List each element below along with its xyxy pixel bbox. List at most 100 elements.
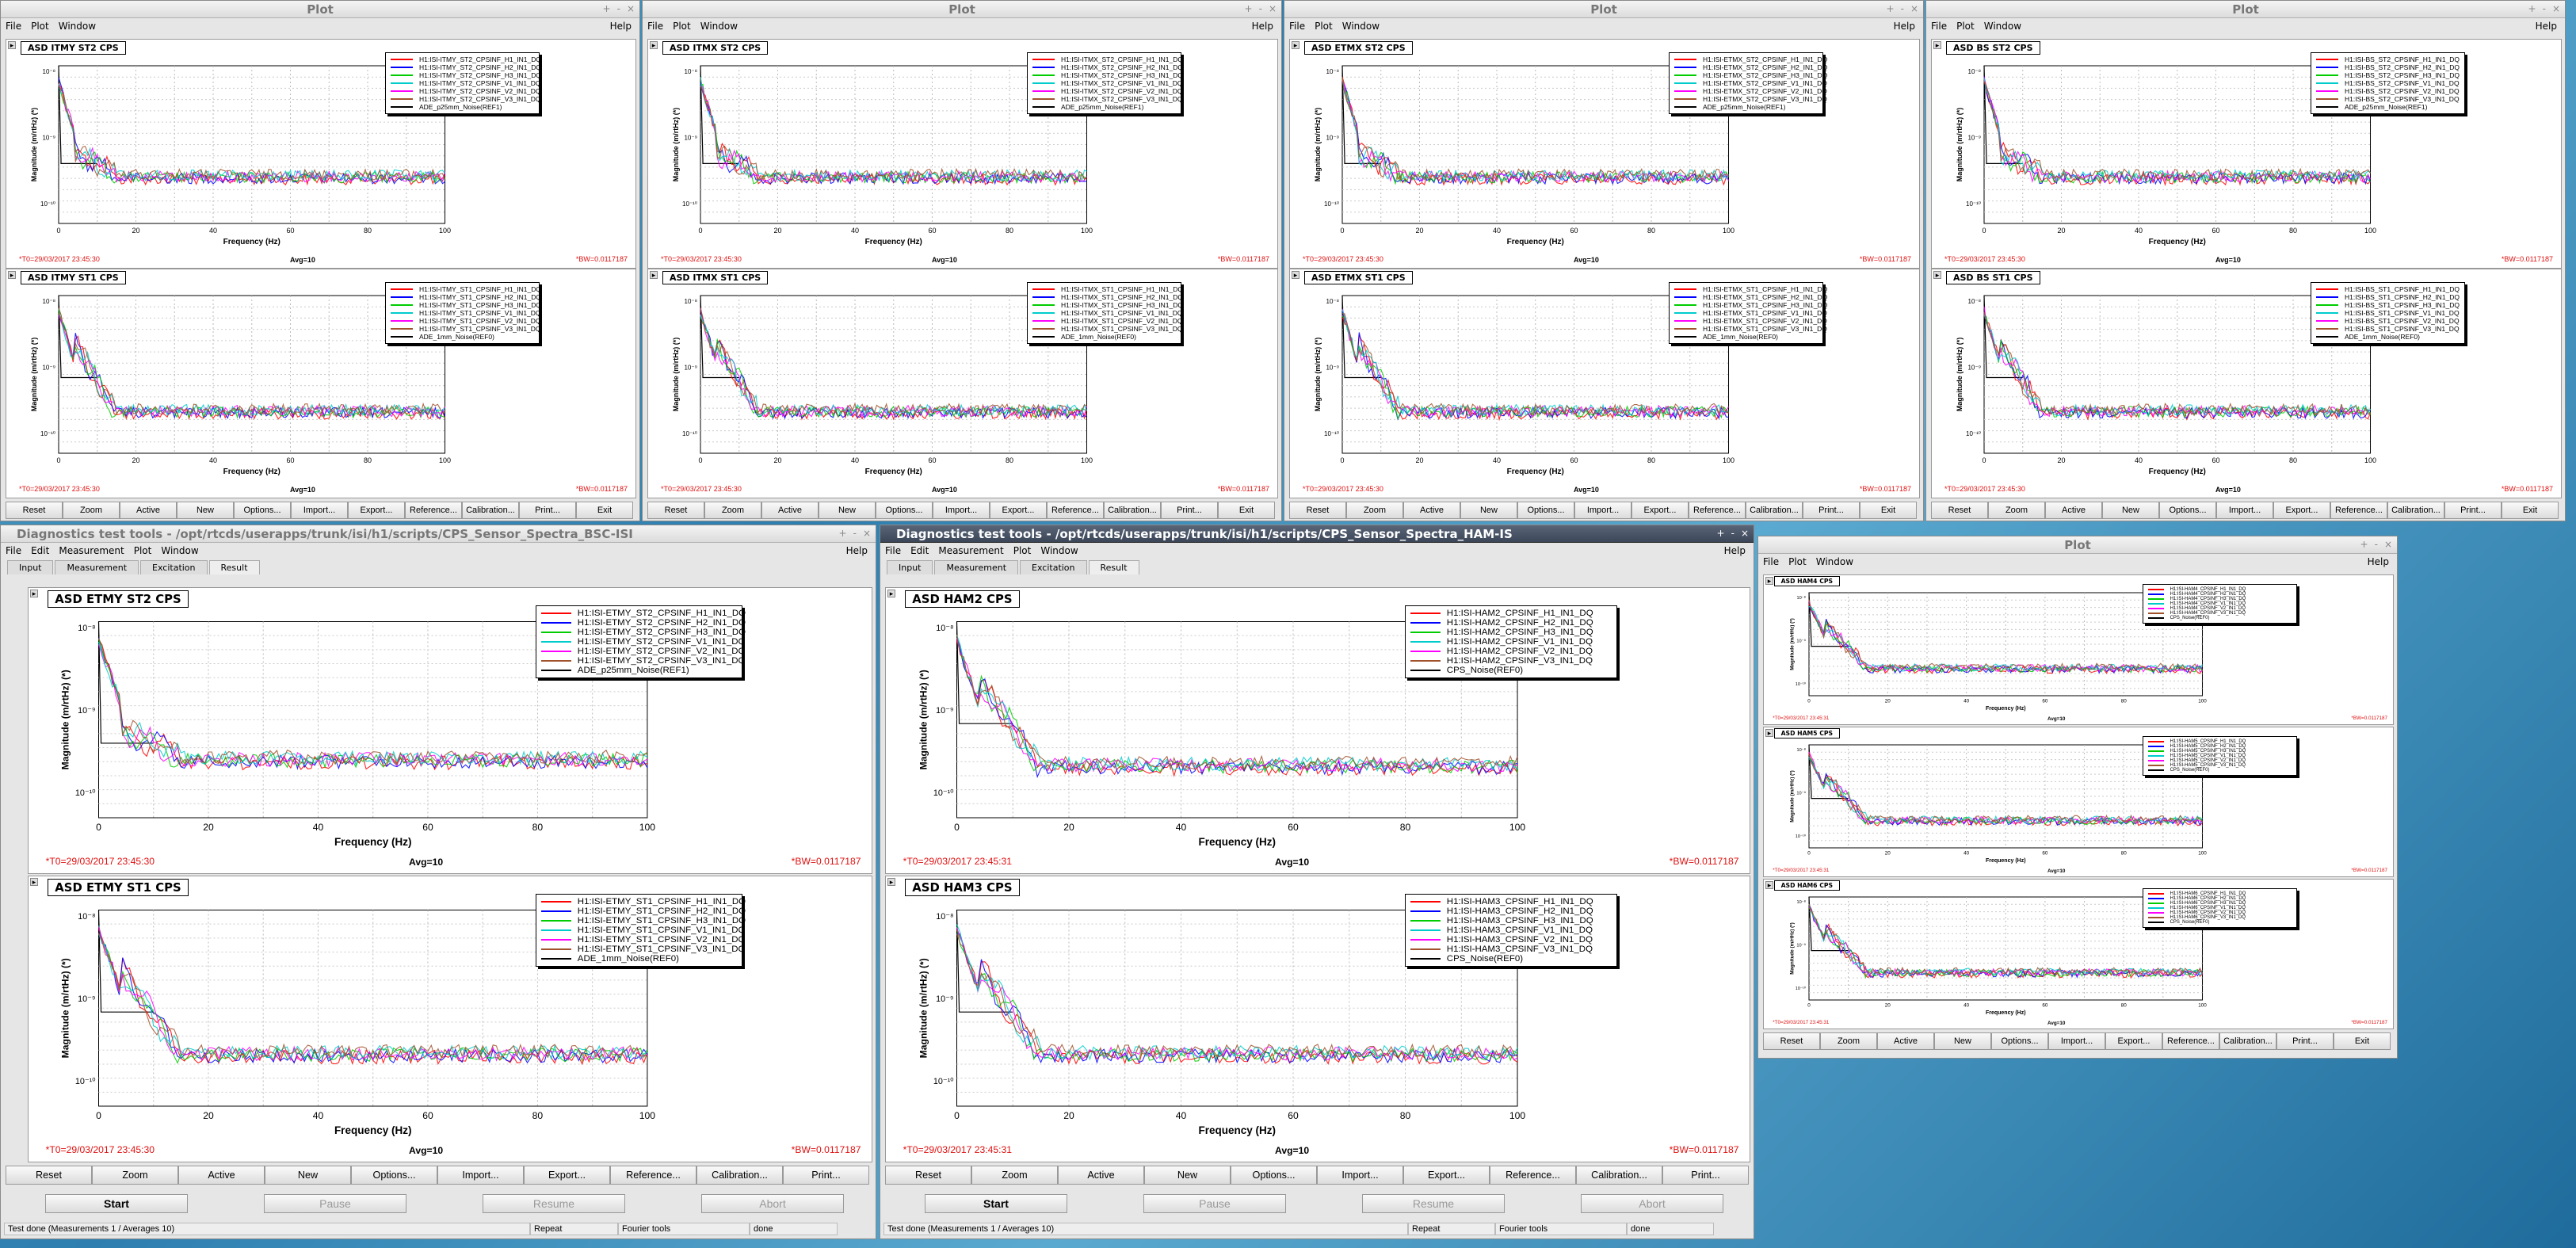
reference-button[interactable]: Reference... [1689,502,1746,519]
new-button[interactable]: New [2102,502,2159,519]
import-button[interactable]: Import... [437,1166,524,1185]
pause-button[interactable]: Pause [264,1194,406,1213]
menu-window[interactable]: Window [1984,21,2021,32]
new-button[interactable]: New [1934,1032,1991,1050]
pause-button[interactable]: Pause [1143,1194,1286,1213]
exit-button[interactable]: Exit [576,502,633,519]
resume-button[interactable]: Resume [483,1194,625,1213]
tab-input[interactable]: Input [7,560,54,574]
import-button[interactable]: Import... [2216,502,2273,519]
calibration-button[interactable]: Calibration... [1104,502,1161,519]
title-bar[interactable]: Plot + - × [1758,536,2397,554]
title-bar[interactable]: Plot + - × [643,1,1281,18]
calibration-button[interactable]: Calibration... [1576,1166,1662,1185]
minimize-icon[interactable]: + [1887,3,1895,14]
menu-help[interactable]: Help [2536,21,2557,32]
zoom-button[interactable]: Zoom [1820,1032,1877,1050]
menu-window[interactable]: Window [59,21,96,32]
exit-button[interactable]: Exit [1218,502,1275,519]
print-button[interactable]: Print... [783,1166,869,1185]
options-button[interactable]: Options... [351,1166,437,1185]
tab-measurement[interactable]: Measurement [934,560,1019,574]
menu-help[interactable]: Help [610,21,632,32]
menu-file[interactable]: File [1289,21,1305,32]
menu-file[interactable]: File [1931,21,1947,32]
import-button[interactable]: Import... [933,502,990,519]
menu-help[interactable]: Help [1724,545,1746,556]
maximize-icon[interactable]: - [2375,539,2378,550]
print-button[interactable]: Print... [1803,502,1860,519]
menu-help[interactable]: Help [1252,21,1273,32]
close-icon[interactable]: × [863,528,871,539]
reference-button[interactable]: Reference... [2162,1032,2219,1050]
asd-plot[interactable]: 0 20 40 60 80 100 10⁻⁸ 10⁻⁹ 10⁻¹⁰ Frequency (Hz) M… [29,588,873,875]
title-bar[interactable]: Diagnostics test tools - /opt/rtcds/user… [1,525,876,543]
asd-plot[interactable]: 0 20 40 60 80 100 10⁻⁸ 10⁻⁹ 10⁻¹⁰ Frequency (Hz) M… [648,40,1279,269]
tab-input[interactable]: Input [887,560,933,574]
asd-plot[interactable]: 0 20 40 60 80 100 10⁻⁸ 10⁻⁹ 10⁻¹⁰ Frequency (Hz) M… [1764,575,2395,726]
menu-window[interactable]: Window [161,545,198,556]
new-button[interactable]: New [1144,1166,1231,1185]
close-icon[interactable]: × [1741,528,1749,539]
zoom-button[interactable]: Zoom [971,1166,1058,1185]
print-button[interactable]: Print... [519,502,576,519]
abort-button[interactable]: Abort [701,1194,844,1213]
calibration-button[interactable]: Calibration... [462,502,519,519]
close-icon[interactable]: × [1910,3,1918,14]
start-button[interactable]: Start [45,1194,188,1213]
start-button[interactable]: Start [925,1194,1067,1213]
tab-result[interactable]: Result [208,560,260,574]
asd-plot[interactable]: 0 20 40 60 80 100 10⁻⁸ 10⁻⁹ 10⁻¹⁰ Frequency (Hz) M… [886,588,1751,875]
options-button[interactable]: Options... [234,502,291,519]
asd-plot[interactable]: 0 20 40 60 80 100 10⁻⁸ 10⁻⁹ 10⁻¹⁰ Frequency (Hz) M… [1764,727,2395,878]
calibration-button[interactable]: Calibration... [1746,502,1803,519]
minimize-icon[interactable]: + [1245,3,1253,14]
reference-button[interactable]: Reference... [610,1166,696,1185]
export-button[interactable]: Export... [990,502,1047,519]
asd-plot[interactable]: 0 20 40 60 80 100 10⁻⁸ 10⁻⁹ 10⁻¹⁰ Frequency (Hz) M… [648,269,1279,499]
maximize-icon[interactable]: - [853,528,857,539]
asd-plot[interactable]: 0 20 40 60 80 100 10⁻⁸ 10⁻⁹ 10⁻¹⁰ Frequency (Hz) M… [1932,40,2563,269]
tab-excitation[interactable]: Excitation [1020,560,1087,574]
menu-plot[interactable]: Plot [134,545,152,556]
menu-help[interactable]: Help [846,545,868,556]
menu-file[interactable]: File [885,545,901,556]
import-button[interactable]: Import... [1574,502,1631,519]
menu-window[interactable]: Window [1816,556,1853,567]
zoom-button[interactable]: Zoom [1346,502,1403,519]
export-button[interactable]: Export... [1631,502,1689,519]
reference-button[interactable]: Reference... [1047,502,1104,519]
maximize-icon[interactable]: - [1259,3,1262,14]
export-button[interactable]: Export... [2273,502,2330,519]
zoom-button[interactable]: Zoom [63,502,120,519]
menu-edit[interactable]: Edit [31,545,49,556]
minimize-icon[interactable]: + [2528,3,2536,14]
reference-button[interactable]: Reference... [2330,502,2387,519]
print-button[interactable]: Print... [2276,1032,2334,1050]
minimize-icon[interactable]: + [603,3,611,14]
reference-button[interactable]: Reference... [405,502,462,519]
asd-plot[interactable]: 0 20 40 60 80 100 10⁻⁸ 10⁻⁹ 10⁻¹⁰ Frequency (Hz) M… [1764,880,2395,1030]
active-button[interactable]: Active [1403,502,1460,519]
menu-plot[interactable]: Plot [1013,545,1032,556]
reset-button[interactable]: Reset [6,502,63,519]
calibration-button[interactable]: Calibration... [696,1166,783,1185]
active-button[interactable]: Active [1877,1032,1934,1050]
menu-plot[interactable]: Plot [1956,21,1975,32]
minimize-icon[interactable]: + [1717,528,1725,539]
active-button[interactable]: Active [761,502,819,519]
close-icon[interactable]: × [2384,539,2392,550]
print-button[interactable]: Print... [1662,1166,1749,1185]
menu-measurement[interactable]: Measurement [938,545,1003,556]
options-button[interactable]: Options... [876,502,933,519]
minimize-icon[interactable]: + [2360,539,2368,550]
import-button[interactable]: Import... [2048,1032,2105,1050]
menu-edit[interactable]: Edit [910,545,929,556]
options-button[interactable]: Options... [1991,1032,2048,1050]
resume-button[interactable]: Resume [1362,1194,1505,1213]
reset-button[interactable]: Reset [1763,1032,1820,1050]
menu-help[interactable]: Help [2368,556,2389,567]
options-button[interactable]: Options... [1517,502,1574,519]
reset-button[interactable]: Reset [1931,502,1988,519]
new-button[interactable]: New [265,1166,351,1185]
